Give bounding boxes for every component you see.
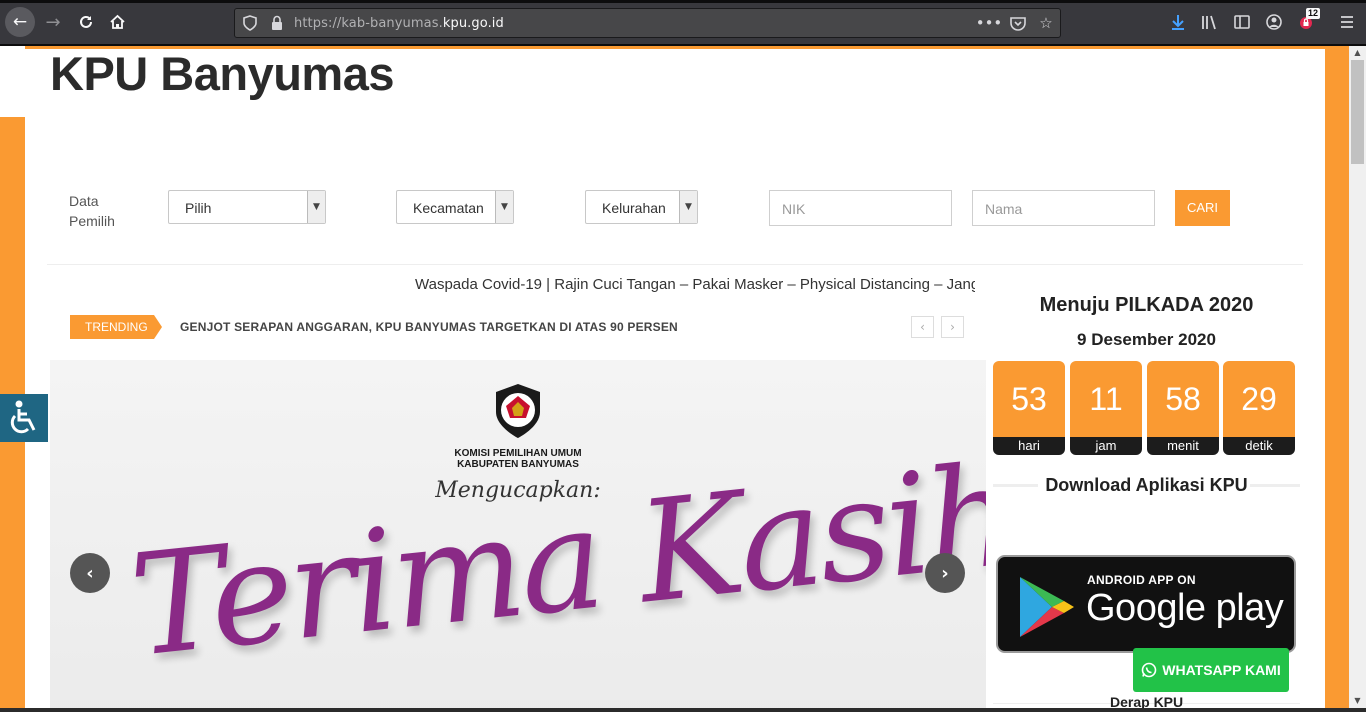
countdown-title: Menuju PILKADA 2020 <box>1039 294 1254 316</box>
whatsapp-label: WHATSAPP KAMI <box>1162 662 1281 678</box>
bottom-edge <box>0 708 1366 712</box>
kpu-logo-icon <box>496 384 540 438</box>
countdown-hours: 11 jam <box>1070 361 1142 457</box>
countdown-minutes: 58 menit <box>1147 361 1219 457</box>
scroll-down-icon[interactable]: ▼ <box>1349 694 1366 708</box>
chevron-down-icon: ▼ <box>495 191 513 223</box>
section-divider <box>47 264 1303 265</box>
countdown-days-value: 53 <box>993 361 1065 437</box>
google-play-badge[interactable]: ANDROID APP ON Google play <box>996 555 1296 653</box>
nama-input[interactable]: Nama <box>972 190 1155 226</box>
slide-headline: Terima Kasih <box>123 434 986 689</box>
countdown-seconds-label: detik <box>1223 437 1295 455</box>
url-text[interactable]: https://kab-banyumas.kpu.go.id <box>294 16 504 31</box>
pocket-icon[interactable] <box>1008 13 1028 33</box>
shield-icon[interactable] <box>243 15 257 31</box>
scroll-up-icon[interactable]: ▲ <box>1349 46 1366 60</box>
cari-button[interactable]: CARI <box>1175 190 1230 226</box>
hero-slider[interactable]: KOMISI PEMILIHAN UMUM KABUPATEN BANYUMAS… <box>50 360 986 712</box>
reload-icon[interactable] <box>74 10 98 34</box>
home-icon[interactable] <box>105 10 129 34</box>
browser-toolbar: ← → https://kab-banyumas.kpu.go.id ••• ☆… <box>0 0 1366 44</box>
wheelchair-icon <box>10 400 36 434</box>
nama-placeholder: Nama <box>985 201 1023 217</box>
download-title: Download Aplikasi KPU <box>1045 475 1248 495</box>
chevron-down-icon: ▼ <box>307 191 325 223</box>
reader-icon[interactable] <box>1232 12 1252 32</box>
accessibility-button[interactable] <box>0 394 48 442</box>
page-viewport: KPU Banyumas Data Pemilih Pilih ▼ Kecama… <box>0 46 1366 712</box>
countdown-hours-label: jam <box>1070 437 1142 455</box>
whatsapp-icon <box>1141 662 1157 678</box>
nik-placeholder: NIK <box>782 201 806 217</box>
countdown-minutes-value: 58 <box>1147 361 1219 437</box>
trending-headline[interactable]: GENJOT SERAPAN ANGGARAN, KPU BANYUMAS TA… <box>180 320 678 334</box>
scroll-thumb[interactable] <box>1351 60 1364 164</box>
lock-icon[interactable] <box>271 15 283 31</box>
site-title[interactable]: KPU Banyumas <box>50 46 395 101</box>
countdown-days-label: hari <box>993 437 1065 455</box>
countdown-days: 53 hari <box>993 361 1065 457</box>
slider-next-button[interactable]: › <box>925 553 965 593</box>
more-icon[interactable]: ••• <box>976 13 1003 33</box>
countdown-minutes-label: menit <box>1147 437 1219 455</box>
back-icon[interactable]: ← <box>5 7 35 37</box>
countdown-hours-value: 11 <box>1070 361 1142 437</box>
data-pemilih-label: Data Pemilih <box>69 193 115 229</box>
google-play-icon <box>1020 577 1074 637</box>
account-icon[interactable] <box>1264 12 1284 32</box>
trending-next-button[interactable]: › <box>941 316 964 338</box>
pilih-select-value: Pilih <box>185 200 212 216</box>
pilih-select[interactable]: Pilih ▼ <box>168 190 326 224</box>
kecamatan-select[interactable]: Kecamatan ▼ <box>396 190 514 224</box>
gplay-big-text: Google play <box>1086 587 1284 629</box>
download-icon[interactable] <box>1168 12 1188 32</box>
url-bar[interactable]: https://kab-banyumas.kpu.go.id ••• ☆ <box>234 8 1061 38</box>
nik-input[interactable]: NIK <box>769 190 952 226</box>
menu-icon[interactable] <box>1337 12 1357 32</box>
kecamatan-select-value: Kecamatan <box>413 200 484 216</box>
chevron-down-icon: ▼ <box>679 191 697 223</box>
trending-tag: TRENDING <box>70 315 162 339</box>
star-icon[interactable]: ☆ <box>1036 13 1056 33</box>
library-icon[interactable] <box>1200 12 1220 32</box>
forward-icon[interactable]: → <box>41 10 65 34</box>
notification-badge: 12 <box>1306 8 1321 19</box>
kelurahan-select[interactable]: Kelurahan ▼ <box>585 190 698 224</box>
tab-strip <box>0 0 1366 3</box>
trending-prev-button[interactable]: ‹ <box>911 316 934 338</box>
countdown-seconds: 29 detik <box>1223 361 1295 457</box>
news-ticker[interactable]: Waspada Covid-19 | Rajin Cuci Tangan – P… <box>415 276 975 296</box>
right-accent-bar <box>1325 46 1349 712</box>
countdown-seconds-value: 29 <box>1223 361 1295 437</box>
whatsapp-button[interactable]: WHATSAPP KAMI <box>1133 648 1289 692</box>
kelurahan-select-value: Kelurahan <box>602 200 666 216</box>
countdown-date: 9 Desember 2020 <box>1077 330 1216 349</box>
slider-prev-button[interactable]: ‹ <box>70 553 110 593</box>
gplay-small-text: ANDROID APP ON <box>1087 573 1196 587</box>
